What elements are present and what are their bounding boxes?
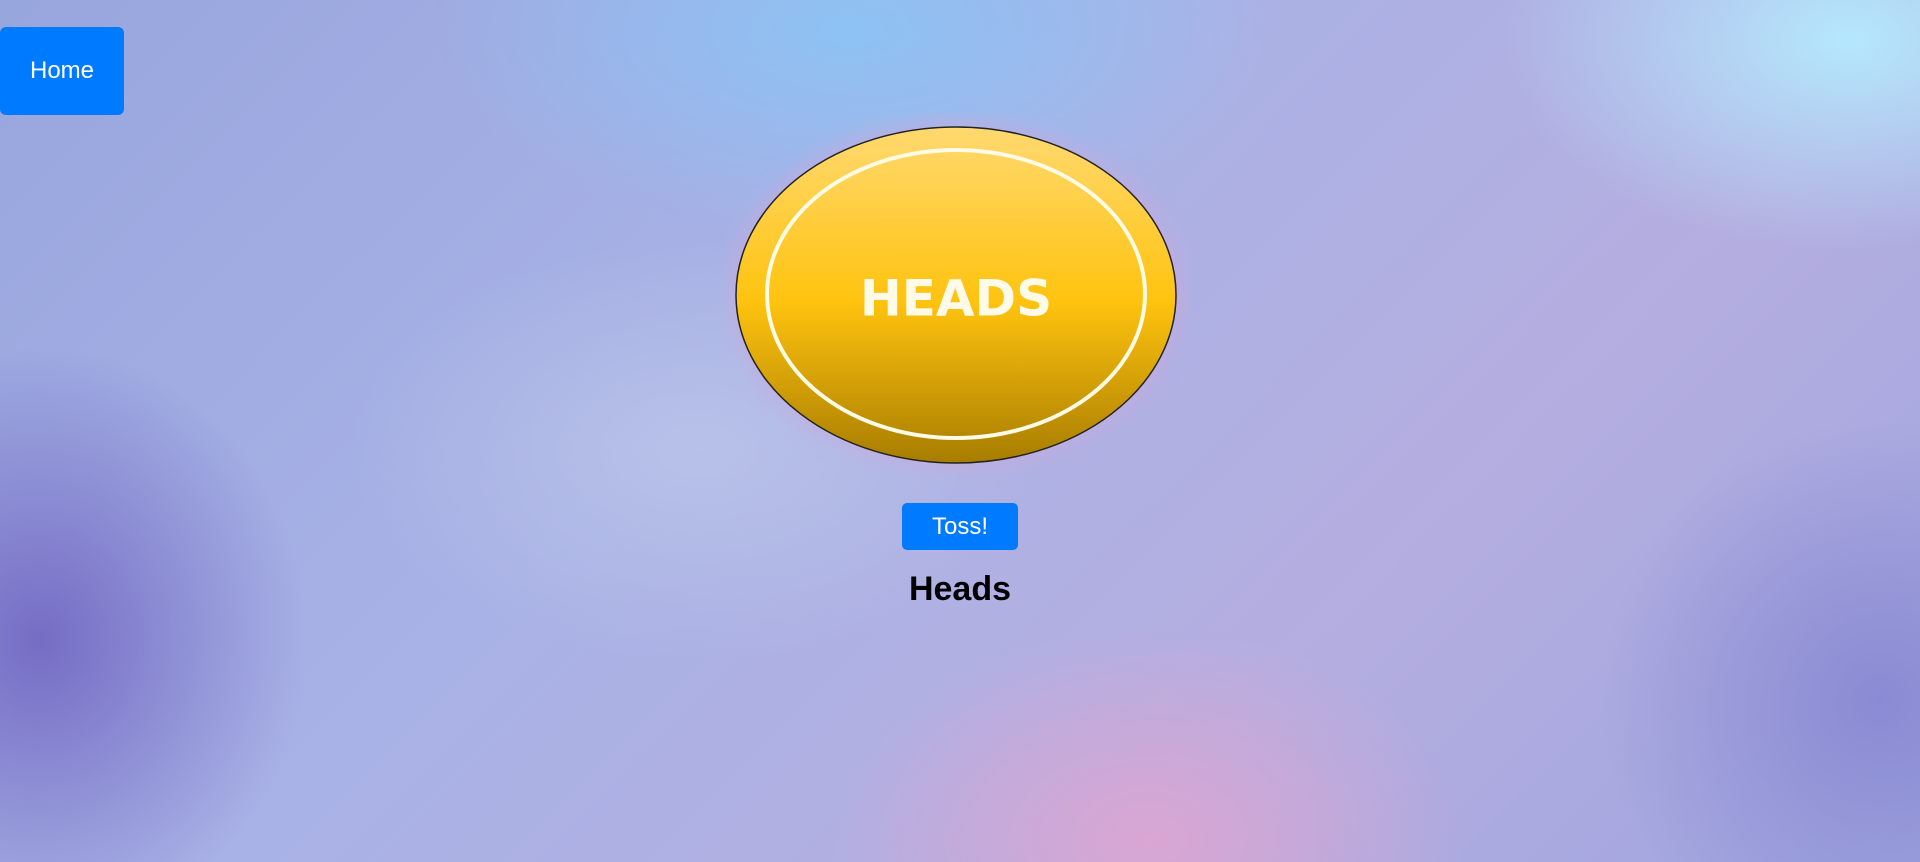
toss-result: Heads xyxy=(908,570,1012,608)
toss-button[interactable]: Toss! xyxy=(902,503,1018,550)
home-button[interactable]: Home xyxy=(0,27,124,115)
coin-heads-icon: HEADS xyxy=(728,119,1184,471)
coin-face-text: HEADS xyxy=(860,270,1052,328)
coin: HEADS xyxy=(722,113,1190,477)
